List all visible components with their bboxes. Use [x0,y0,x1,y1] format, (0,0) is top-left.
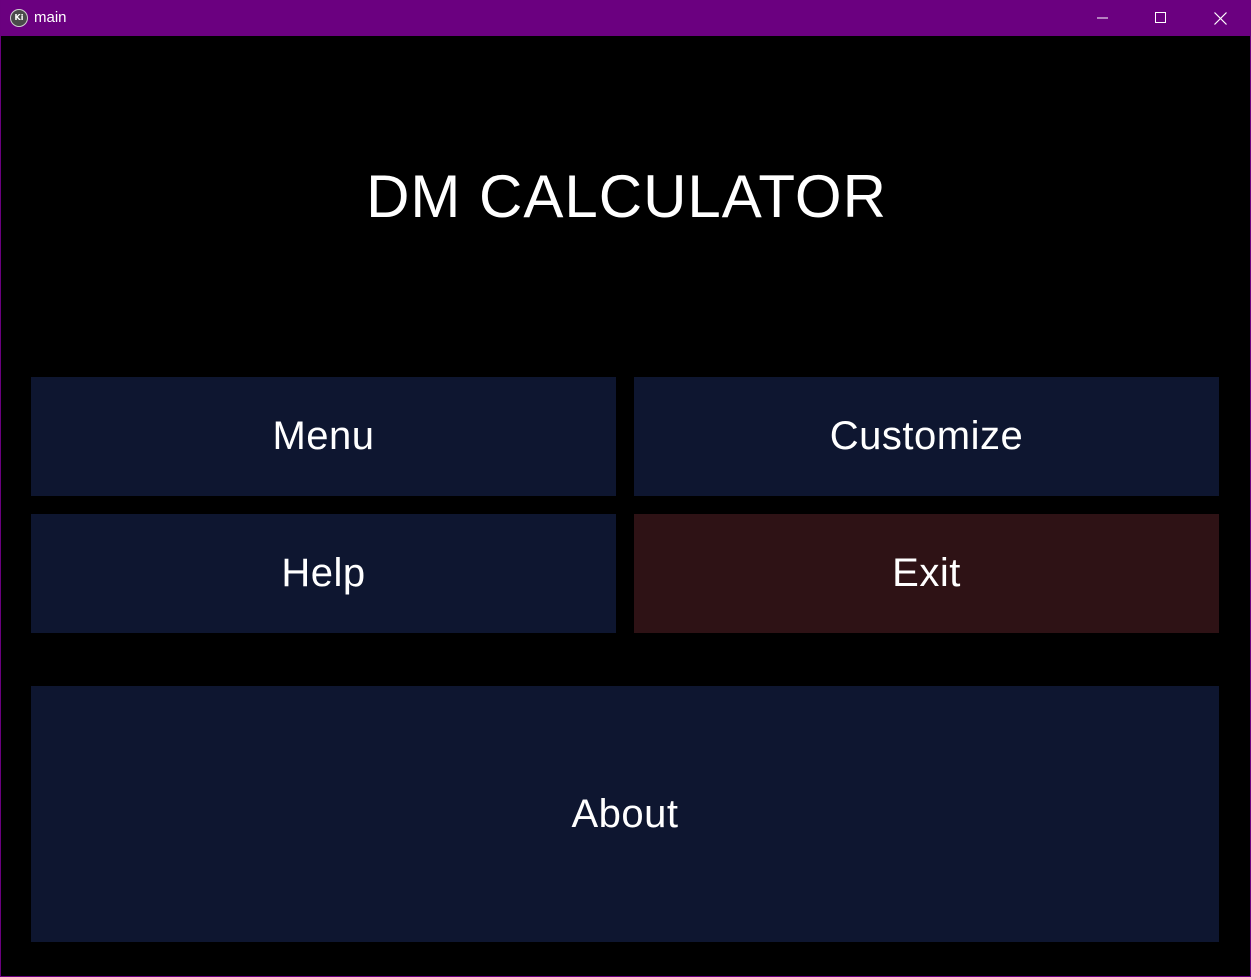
help-button[interactable]: Help [31,514,616,633]
window-title: main [34,9,67,26]
menu-button[interactable]: Menu [31,377,616,496]
page-title: DM CALCULATOR [366,163,887,230]
minimize-button[interactable] [1074,0,1132,36]
app-icon-glyph: Ki [14,13,24,22]
close-icon [1213,11,1227,25]
maximize-icon [1155,12,1166,23]
title-bar[interactable]: Ki main [1,0,1250,36]
kivy-logo-icon: Ki [10,9,28,27]
customize-button[interactable]: Customize [634,377,1219,496]
exit-button[interactable]: Exit [634,514,1219,633]
about-button[interactable]: About [31,686,1219,942]
app-window: Ki main DM CALCULATOR Menu Customize Hel… [0,0,1251,977]
minimize-icon [1097,17,1108,19]
maximize-button[interactable] [1132,0,1190,36]
close-button[interactable] [1191,0,1249,36]
